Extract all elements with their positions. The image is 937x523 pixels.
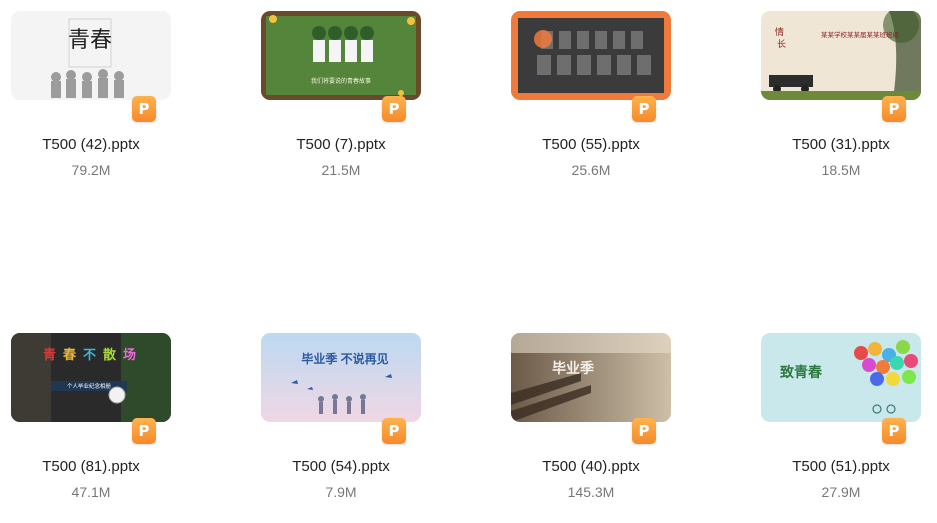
file-size: 27.9M	[821, 484, 861, 500]
svg-text:长: 长	[777, 38, 786, 50]
file-card[interactable]: 毕业季 不说再见 P T500 (54).pptx 7.9M	[250, 322, 450, 522]
file-size: 18.5M	[821, 162, 861, 178]
pptx-file-icon: P	[382, 418, 406, 444]
file-name[interactable]: T500 (7).pptx	[241, 136, 441, 153]
file-thumbnail[interactable]: 情 长 某某学校某某届某某班班级	[761, 11, 921, 100]
file-name[interactable]: T500 (40).pptx	[491, 458, 691, 475]
pptx-file-icon: P	[632, 96, 656, 122]
thumbnail-title: 个人毕业纪念相册	[67, 382, 112, 390]
svg-text:青: 青	[43, 347, 56, 362]
file-card[interactable]: 青春 P T500 (42).pptx 79.2M	[0, 0, 200, 200]
file-name[interactable]: T500 (51).pptx	[741, 458, 937, 475]
file-name[interactable]: T500 (54).pptx	[241, 458, 441, 475]
file-thumbnail[interactable]: 毕业季	[511, 333, 671, 422]
file-card[interactable]: 情 长 某某学校某某届某某班班级 P T500 (31).pptx 18.5M	[750, 0, 937, 200]
svg-text:情: 情	[775, 26, 784, 38]
pptx-file-icon: P	[882, 96, 906, 122]
thumbnail-title: 致青春	[780, 364, 823, 380]
file-card[interactable]: 致青春 P T500 (51).pptx 27.9M	[750, 322, 937, 522]
file-name[interactable]: T500 (55).pptx	[491, 136, 691, 153]
file-size: 7.9M	[325, 484, 357, 500]
file-thumbnail[interactable]: 毕业季 不说再见	[261, 333, 421, 422]
file-thumbnail[interactable]: 青 春 不 散 场 个人毕业纪念相册	[11, 333, 171, 422]
file-card[interactable]: 我们将要说的青春故事 P T500 (7).pptx 21.5M	[250, 0, 450, 200]
file-size: 25.6M	[571, 162, 611, 178]
file-thumbnail[interactable]: 我们将要说的青春故事	[261, 11, 421, 100]
file-name[interactable]: T500 (31).pptx	[741, 136, 937, 153]
pptx-file-icon: P	[132, 96, 156, 122]
svg-text:不: 不	[83, 347, 96, 362]
file-size: 79.2M	[71, 162, 111, 178]
file-thumbnail[interactable]: 青春	[11, 11, 171, 100]
pptx-file-icon: P	[132, 418, 156, 444]
thumbnail-title: 毕业季	[552, 360, 594, 376]
svg-text:场: 场	[123, 347, 136, 362]
svg-text:春: 春	[62, 347, 77, 362]
file-size: 21.5M	[321, 162, 361, 178]
file-card[interactable]: 青 春 不 散 场 个人毕业纪念相册 P T500 (81).pptx 47.1…	[0, 322, 200, 522]
pptx-file-icon: P	[632, 418, 656, 444]
file-card[interactable]: 毕业季 P T500 (40).pptx 145.3M	[500, 322, 700, 522]
file-grid: 青春 P T500 (42).pptx 79.2M 我们将要说的青春故事 P T…	[0, 0, 937, 523]
thumbnail-title: 某某学校某某届某某班班级	[821, 30, 900, 39]
file-thumbnail[interactable]: 致青春	[761, 333, 921, 422]
pptx-file-icon: P	[382, 96, 406, 122]
thumbnail-title: 我们将要说的青春故事	[311, 77, 371, 85]
svg-text:散: 散	[103, 347, 117, 362]
file-name[interactable]: T500 (42).pptx	[0, 136, 191, 153]
file-size: 145.3M	[567, 484, 615, 500]
thumbnail-title: 青春	[68, 28, 112, 53]
file-thumbnail[interactable]	[511, 11, 671, 100]
file-card[interactable]: P T500 (55).pptx 25.6M	[500, 0, 700, 200]
file-name[interactable]: T500 (81).pptx	[0, 458, 191, 475]
file-size: 47.1M	[71, 484, 111, 500]
pptx-file-icon: P	[882, 418, 906, 444]
thumbnail-title: 毕业季 不说再见	[301, 351, 388, 366]
